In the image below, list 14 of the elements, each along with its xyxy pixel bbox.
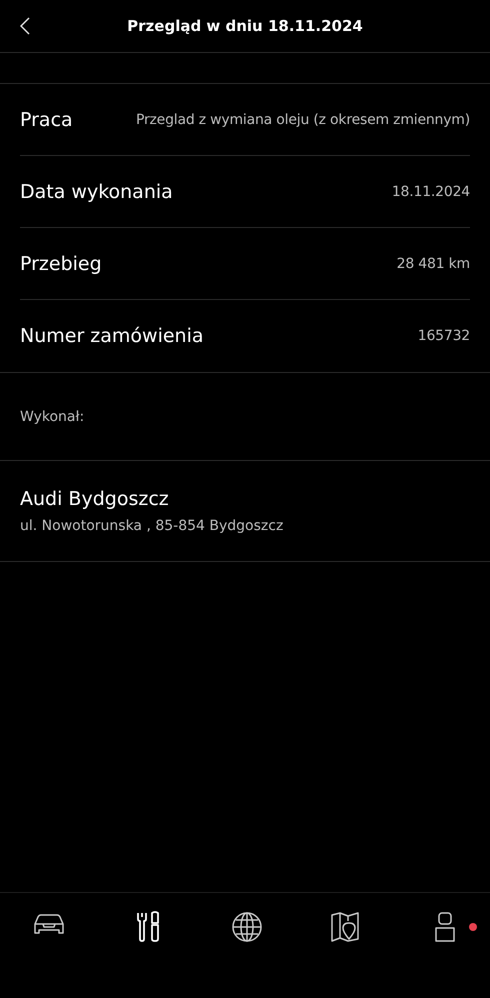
section-heading: Wykonał: [0,373,490,461]
back-icon [20,17,30,35]
field-value: Przeglad z wymiana oleju (z okresem zmiennym) [136,112,470,128]
dealer-name: Audi Bydgoszcz [20,488,170,510]
field-value: 165732 [418,328,470,344]
field-label: Praca [20,108,73,130]
dealer-address: ul. Nowotorunska , 85-854 Bydgoszcz [20,518,284,534]
field-label: Przebieg [20,252,102,274]
notification-dot [468,923,477,931]
field-label: Numer zamówienia [20,325,204,347]
field-value: 18.11.2024 [392,184,470,200]
field-label: Data wykonania [20,180,173,202]
screen-title: Przegląd w dniu 18.11.2024 [127,17,363,35]
field-value: 28 481 km [396,256,470,272]
